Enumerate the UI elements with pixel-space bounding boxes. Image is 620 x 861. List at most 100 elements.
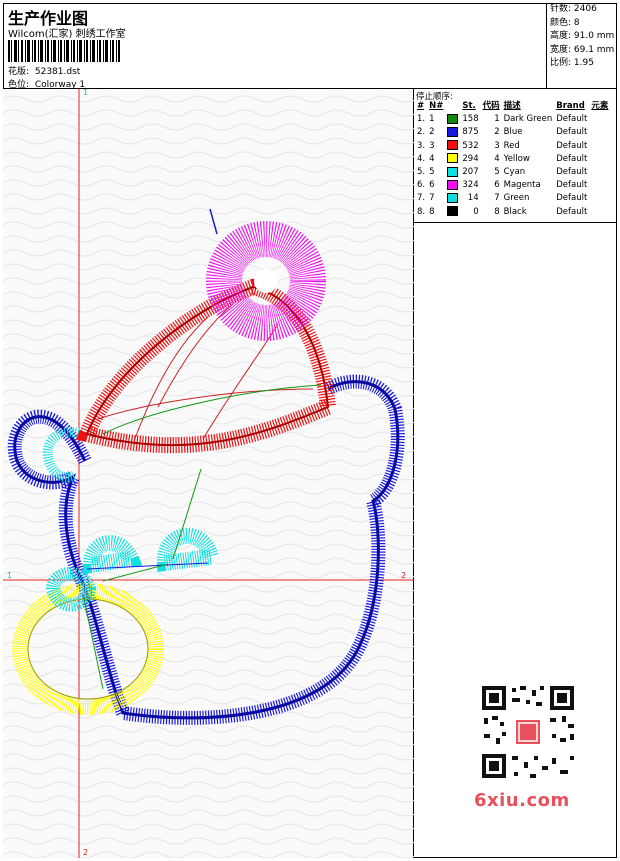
color-swatch [447, 113, 459, 124]
row-swatch [445, 126, 460, 139]
pattern-file: 花版: 52381.dst [8, 64, 80, 77]
color-swatch [447, 166, 459, 177]
col-index: # [417, 101, 425, 111]
color-row: 8. 8 0 8 Black Default [415, 206, 610, 219]
col-element: 元素 [591, 101, 609, 111]
pattern-label: 花版: [8, 67, 30, 77]
color-table-header: # N# St. 代码 描述 Brand 元素 [415, 100, 610, 113]
row-index: 3. [417, 140, 426, 151]
design-height: 高度: 91.0 mm [550, 31, 615, 41]
color-swatch [447, 140, 459, 151]
row-brand: Default [556, 193, 588, 204]
row-stitches: 324 [462, 180, 479, 191]
color-swatch [447, 153, 459, 164]
row-element [589, 166, 610, 179]
row-swatch [445, 179, 460, 192]
watermark-site: 6xiu.com [474, 790, 570, 811]
row-description: Cyan [503, 167, 526, 178]
row-description: Black [503, 206, 527, 217]
design-stats: 针数: 2406 颜色: 8 高度: 91.0 mm 宽度: 69.1 mm 比… [546, 3, 617, 89]
row-description: Yellow [503, 153, 530, 164]
company-name: Wilcom(汇家) 刺绣工作室 [8, 29, 126, 40]
col-code: 代码 [482, 101, 500, 111]
row-needle: 1 [429, 114, 435, 125]
row-element [589, 179, 610, 192]
row-code: 5 [494, 167, 500, 178]
row-swatch [445, 113, 460, 126]
color-row: 3. 3 532 3 Red Default [415, 140, 610, 153]
row-needle: 2 [429, 127, 435, 138]
color-swatch [447, 179, 459, 190]
header: 生产作业图 Wilcom(汇家) 刺绣工作室 花版: 52381.dst 色位:… [3, 3, 617, 90]
row-brand: Default [556, 114, 588, 125]
row-code: 8 [494, 206, 500, 217]
row-brand: Default [556, 127, 588, 138]
row-code: 7 [494, 193, 500, 204]
color-row: 1. 1 158 1 Dark Green Default [415, 113, 610, 126]
color-row: 6. 6 324 6 Magenta Default [415, 179, 610, 192]
row-brand: Default [556, 153, 588, 164]
row-description: Red [503, 140, 520, 151]
row-stitches: 0 [473, 206, 479, 217]
row-brand: Default [556, 167, 588, 178]
row-code: 4 [494, 153, 500, 164]
design-width: 宽度: 69.1 mm [550, 44, 615, 55]
row-swatch [445, 166, 460, 179]
row-stitches: 875 [462, 127, 479, 138]
row-needle: 8 [429, 206, 435, 217]
row-swatch [445, 192, 460, 205]
color-count: 颜色: 8 [550, 17, 580, 28]
color-row: 7. 7 14 7 Green Default [415, 192, 610, 205]
row-needle: 7 [429, 193, 435, 204]
col-stitches: St. [462, 101, 476, 111]
row-code: 1 [494, 114, 500, 125]
col-description: 描述 [503, 101, 521, 111]
row-brand: Default [556, 206, 588, 217]
row-index: 4. [417, 153, 426, 164]
row-needle: 5 [429, 167, 435, 178]
marker-top: 1 [83, 89, 88, 97]
color-table: # N# St. 代码 描述 Brand 元素 1. 1 158 1 Dark Gree… [415, 100, 610, 219]
row-element [589, 140, 610, 153]
row-description: Dark Green [503, 114, 553, 125]
row-swatch [445, 153, 460, 166]
row-code: 6 [494, 180, 500, 191]
row-brand: Default [556, 180, 588, 191]
row-element [589, 153, 610, 166]
row-swatch [445, 206, 460, 219]
pattern-value: 52381.dst [34, 67, 81, 77]
row-element [589, 113, 610, 126]
col-needle: N# [429, 101, 444, 111]
row-element [589, 206, 610, 219]
row-element [589, 126, 610, 139]
row-needle: 6 [429, 180, 435, 191]
row-description: Magenta [503, 180, 541, 191]
watermark: 6xiu.com [470, 682, 584, 812]
marker-left: 1 [7, 571, 12, 580]
row-needle: 4 [429, 153, 435, 164]
color-row: 5. 5 207 5 Cyan Default [415, 166, 610, 179]
color-swatch [447, 206, 459, 217]
row-index: 1. [417, 114, 426, 125]
color-row: 2. 2 875 2 Blue Default [415, 126, 610, 139]
col-brand: Brand [556, 101, 585, 111]
row-index: 8. [417, 206, 426, 217]
row-stitches: 207 [462, 167, 479, 178]
row-element [589, 192, 610, 205]
row-stitches: 294 [462, 153, 479, 164]
stitch-count: 针数: 2406 [550, 4, 597, 14]
color-swatch [447, 126, 459, 137]
row-stitches: 158 [462, 114, 479, 125]
embroidery-preview: 1 1 2 2 [3, 89, 414, 858]
row-index: 5. [417, 167, 426, 178]
row-index: 6. [417, 180, 426, 191]
col-swatch [445, 100, 460, 113]
design-canvas: 1 1 2 2 [3, 89, 414, 858]
barcode-icon [8, 40, 120, 62]
row-needle: 3 [429, 140, 435, 151]
row-stitches: 532 [462, 140, 479, 151]
row-index: 2. [417, 127, 426, 138]
qr-code-icon [478, 682, 578, 782]
design-scale: 比例: 1.95 [550, 58, 594, 68]
row-description: Green [503, 193, 530, 204]
